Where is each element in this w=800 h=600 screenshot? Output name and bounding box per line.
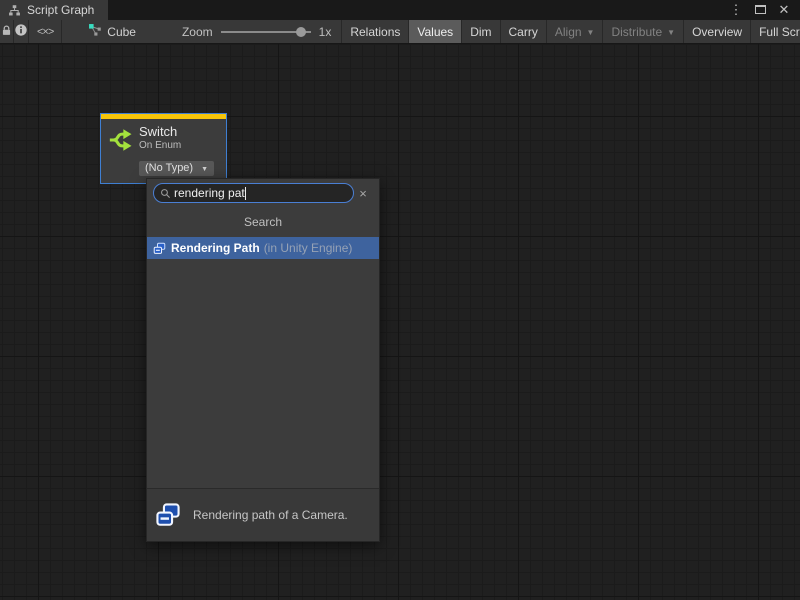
node-title: Switch [139, 124, 181, 140]
graph-node-icon [88, 23, 102, 40]
window-controls: ⋮ ✕ [728, 0, 800, 20]
dropdown-arrow-icon: ▼ [587, 28, 595, 37]
fuzzy-finder-popup: rendering pat × Search Rendering Path (i… [146, 178, 380, 542]
maximize-icon[interactable] [752, 2, 768, 18]
result-description: Rendering path of a Camera. [193, 508, 348, 522]
tab-label: Script Graph [27, 3, 94, 17]
toolbar-button-overview[interactable]: Overview [684, 20, 751, 43]
switch-on-enum-node[interactable]: Switch On Enum (No Type) ▼ [100, 113, 227, 184]
info-icon [14, 23, 28, 40]
zoom-label: Zoom [182, 25, 213, 39]
switch-branch-icon [107, 126, 135, 154]
toolbar-button-relations[interactable]: Relations [342, 20, 409, 43]
code-icon: <×> [37, 26, 53, 38]
toolbar-button-values[interactable]: Values [409, 20, 462, 43]
results-list-empty-area [147, 259, 379, 488]
inspect-button[interactable] [14, 20, 29, 43]
zoom-slider-handle[interactable] [296, 27, 306, 37]
zoom-slider[interactable] [221, 26, 311, 38]
button-label: Dim [470, 25, 491, 39]
toolbar-button-align[interactable]: Align ▼ [547, 20, 604, 43]
graph-reference-label: Cube [107, 25, 136, 39]
dropdown-arrow-icon: ▼ [667, 28, 675, 37]
button-label: Align [555, 25, 582, 39]
clear-search-icon[interactable]: × [356, 186, 370, 201]
search-input[interactable]: rendering pat [153, 183, 354, 203]
button-label: Carry [509, 25, 538, 39]
tab-bar: Script Graph ⋮ ✕ [0, 0, 800, 20]
window-menu-icon[interactable]: ⋮ [728, 2, 744, 18]
search-icon [160, 188, 171, 199]
script-graph-window: Script Graph ⋮ ✕ [0, 0, 800, 600]
result-name: Rendering Path [171, 241, 260, 255]
zoom-control: Zoom 1x [172, 20, 342, 43]
tab-script-graph[interactable]: Script Graph [0, 0, 108, 20]
node-type-dropdown-value: (No Type) [145, 162, 193, 174]
button-label: Relations [350, 25, 400, 39]
node-type-dropdown[interactable]: (No Type) ▼ [139, 161, 214, 176]
toolbar-button-fullscreen[interactable]: Full Screen [751, 20, 800, 43]
result-description-footer: Rendering path of a Camera. [147, 488, 379, 541]
toolbar-button-dim[interactable]: Dim [462, 20, 500, 43]
result-context: (in Unity Engine) [264, 241, 353, 255]
lock-icon [0, 24, 13, 40]
zoom-value: 1x [319, 25, 332, 39]
code-preview-button[interactable]: <×> [29, 20, 62, 43]
button-label: Full Screen [759, 25, 800, 39]
search-input-value: rendering pat [174, 186, 245, 200]
button-label: Values [417, 25, 453, 39]
toolbar-button-distribute[interactable]: Distribute ▼ [603, 20, 684, 43]
button-label: Distribute [611, 25, 662, 39]
dropdown-arrow-icon: ▼ [201, 166, 208, 173]
close-icon[interactable]: ✕ [776, 2, 792, 18]
graph-reference[interactable]: Cube [78, 20, 146, 43]
lock-button[interactable] [0, 20, 14, 43]
button-label: Overview [692, 25, 742, 39]
results-section-header: Search [147, 206, 379, 237]
node-subtitle: On Enum [139, 140, 181, 152]
search-result-rendering-path[interactable]: Rendering Path (in Unity Engine) [147, 237, 379, 259]
graph-hierarchy-icon [8, 4, 21, 17]
graph-toolbar: <×> Cube Zoom 1x Relations Val [0, 20, 800, 44]
toolbar-button-carry[interactable]: Carry [501, 20, 547, 43]
graph-canvas[interactable]: Switch On Enum (No Type) ▼ [0, 44, 800, 600]
enum-icon-large [155, 502, 181, 528]
enum-icon [153, 242, 166, 255]
search-row: rendering pat × [147, 179, 379, 206]
text-caret [245, 187, 246, 200]
